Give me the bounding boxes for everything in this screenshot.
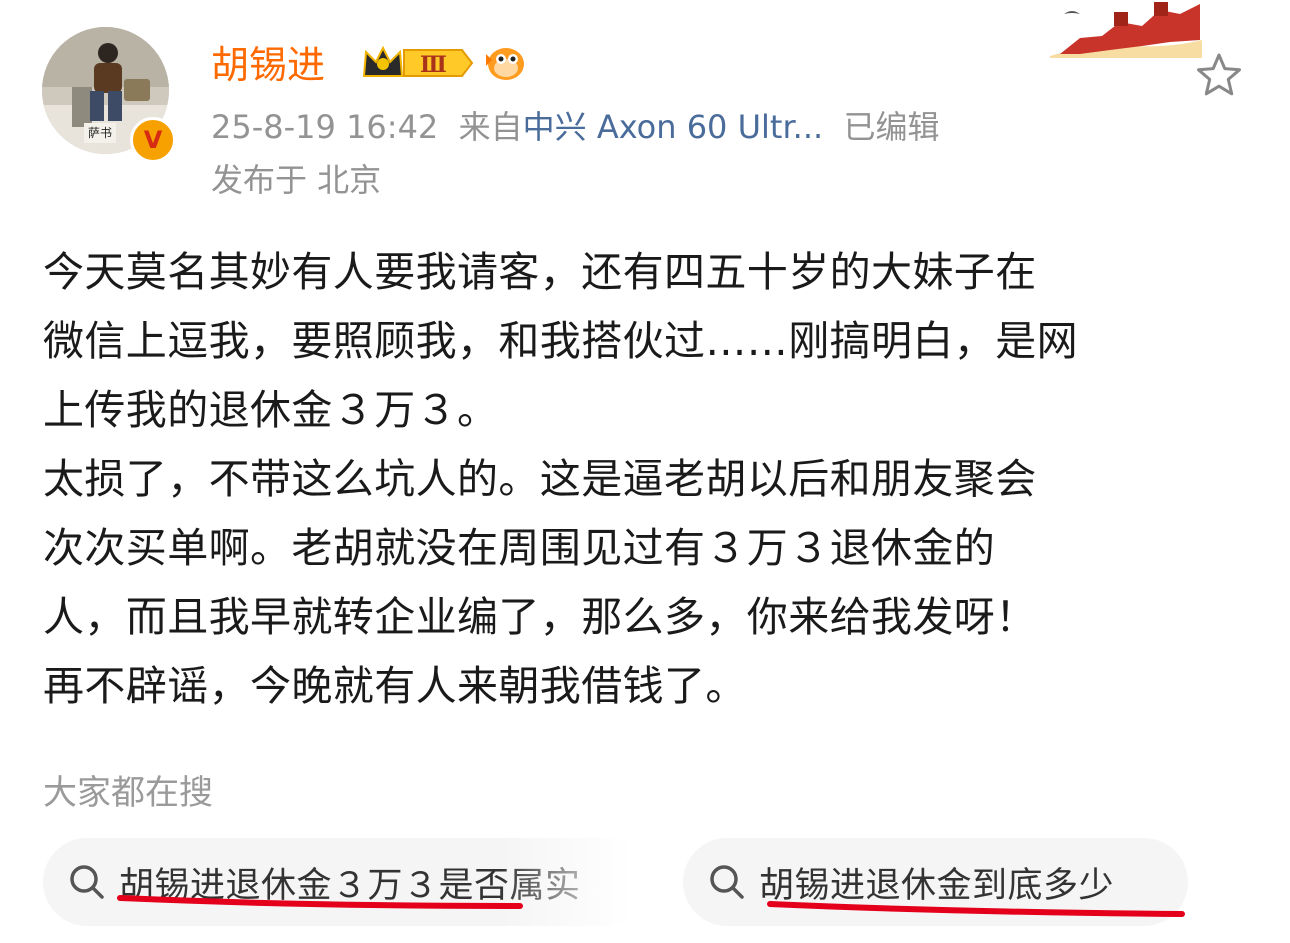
great-wall-decoration-icon (1050, 0, 1202, 58)
edited-label[interactable]: 已编辑 (844, 108, 940, 146)
source-prefix: 来自 (458, 108, 523, 146)
post-body-line: 次次买单啊。老胡就没在周围见过有３万３退休金的 (43, 524, 996, 572)
source-device-link[interactable]: 中兴 Axon 60 Ultr... (523, 108, 824, 146)
post-body-line: 太损了，不带这么坑人的。这是逼老胡以后和朋友聚会 (43, 455, 1037, 503)
post-body-line: 今天莫名其妙有人要我请客，还有四五十岁的大妹子在 (43, 248, 1037, 296)
vip-level-label: Ⅲ (420, 52, 447, 78)
post-body-line: 上传我的退休金３万３。 (43, 386, 499, 434)
verified-badge: V (130, 117, 176, 163)
post-body-line: 再不辟谣，今晚就有人来朝我借钱了。 (43, 662, 747, 710)
fish-fan-icon[interactable] (482, 42, 528, 84)
search-icon (710, 865, 744, 899)
trending-search-heading: 大家都在搜 (43, 773, 213, 813)
post-meta: 25-8-19 16:42 来自中兴 Axon 60 Ultr... 已编辑 (211, 107, 940, 147)
post-body: 今天莫名其妙有人要我请客，还有四五十岁的大妹子在 微信上逗我，要照顾我，和我搭伙… (43, 238, 1248, 721)
post-location: 发布于 北京 (211, 161, 382, 199)
vip-crown-badge[interactable]: Ⅲ (360, 42, 475, 84)
username[interactable]: 胡锡进 (211, 40, 325, 90)
search-chip-label: 胡锡进退休金到底多少 (759, 865, 1115, 906)
chip-fade-overlay (500, 838, 655, 926)
post-timestamp: 25-8-19 16:42 (211, 108, 439, 146)
favorite-star-icon[interactable] (1195, 52, 1243, 98)
crown-icon: Ⅲ (362, 45, 474, 78)
svg-text:萨书: 萨书 (88, 126, 112, 140)
search-icon (70, 865, 104, 899)
post-body-line: 人，而且我早就转企业编了，那么多，你来给我发呀！ (43, 593, 1037, 641)
post-body-line: 微信上逗我，要照顾我，和我搭伙过……刚搞明白，是网 (43, 317, 1078, 365)
search-chip[interactable]: 胡锡进退休金到底多少 (683, 838, 1188, 926)
